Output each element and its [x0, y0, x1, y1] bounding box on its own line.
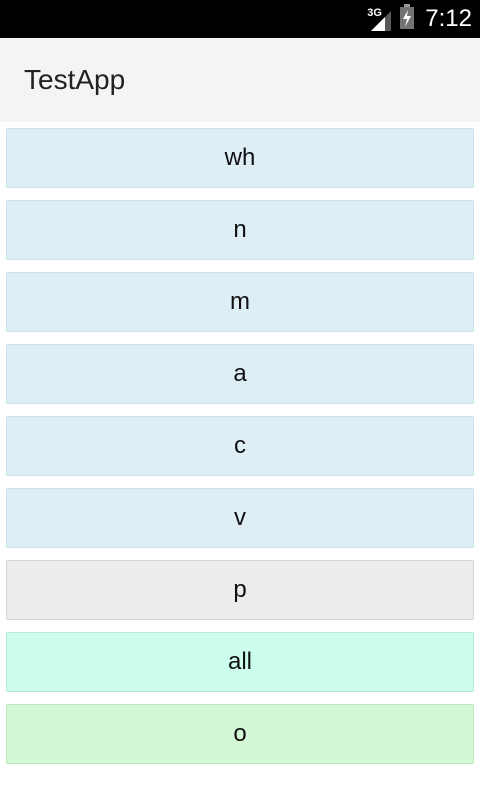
list-item-wh[interactable]: wh	[6, 128, 474, 188]
status-icons: 3G 7:12	[367, 0, 472, 38]
status-clock: 7:12	[425, 5, 472, 32]
status-bar: 3G 7:12	[0, 0, 480, 38]
list-item-c[interactable]: c	[6, 416, 474, 476]
app-title: TestApp	[24, 64, 126, 95]
battery-icon	[399, 3, 415, 35]
list-item-n[interactable]: n	[6, 200, 474, 260]
signal-icon: 3G	[367, 5, 393, 33]
list-item-a[interactable]: a	[6, 344, 474, 404]
item-list: wh n m a c v p all o	[6, 128, 474, 776]
list-item-all[interactable]: all	[6, 632, 474, 692]
list-item-p[interactable]: p	[6, 560, 474, 620]
action-bar: TestApp	[0, 38, 480, 122]
list-item-o[interactable]: o	[6, 704, 474, 764]
list-item-m[interactable]: m	[6, 272, 474, 332]
list-item-v[interactable]: v	[6, 488, 474, 548]
